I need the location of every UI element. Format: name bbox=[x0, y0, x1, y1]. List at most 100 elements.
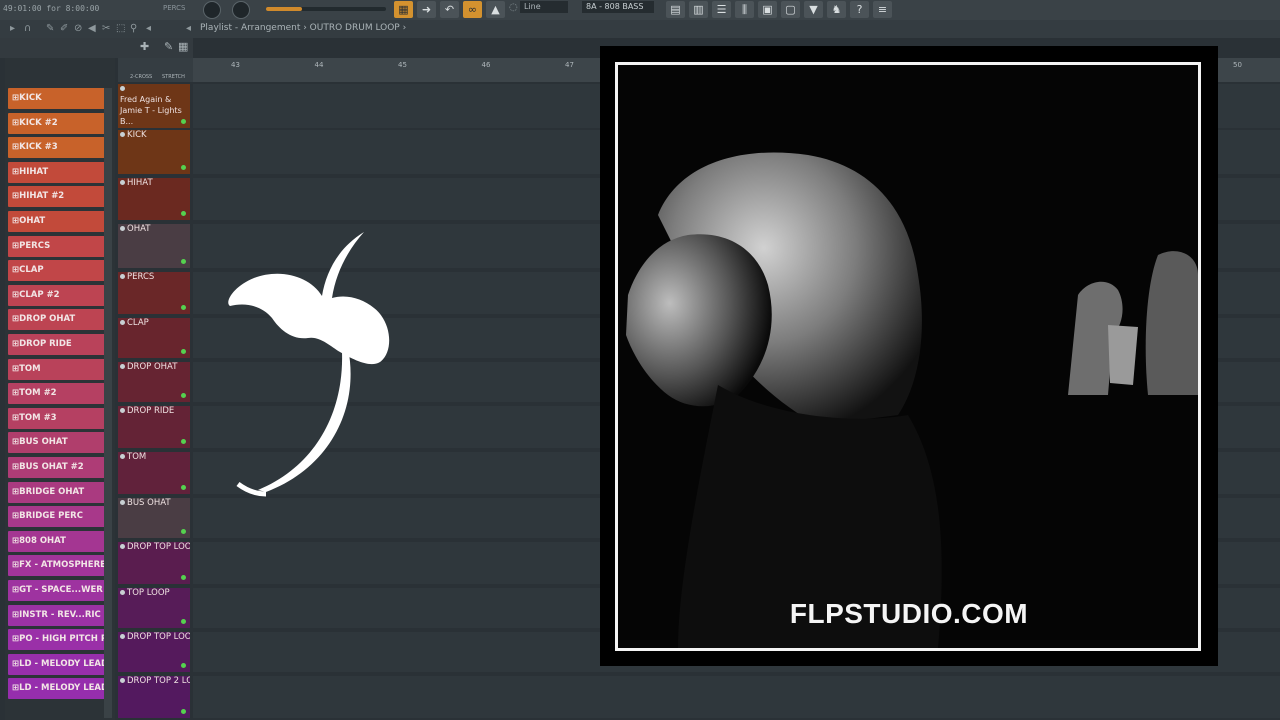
track-header[interactable]: DROP RIDE bbox=[118, 406, 190, 448]
track-active-led[interactable] bbox=[181, 709, 186, 714]
speaker-icon[interactable]: ◂ bbox=[146, 23, 151, 34]
channel-drop-ride[interactable]: ⊞DROP RIDE bbox=[8, 334, 106, 355]
track-header[interactable]: DROP TOP LOOP #2 bbox=[118, 542, 190, 584]
track-header[interactable]: KICK bbox=[118, 130, 190, 174]
arrow-right-icon[interactable]: ➜ bbox=[417, 1, 436, 18]
channel-ohat[interactable]: ⊞OHAT bbox=[8, 211, 106, 232]
boot-icon[interactable]: ♞ bbox=[827, 1, 846, 18]
channel-hihat[interactable]: ⊞HIHAT bbox=[8, 161, 106, 183]
metronome-icon[interactable]: ▲ bbox=[486, 1, 505, 18]
master-pitch-knob[interactable] bbox=[232, 1, 250, 19]
track-active-led[interactable] bbox=[181, 485, 186, 490]
link-icon[interactable]: ∞ bbox=[463, 1, 482, 18]
channel-ld-melody-lead-2[interactable]: ⊞LD - MELODY LEAD #2 bbox=[8, 678, 106, 700]
piano-roll-icon[interactable]: ▥ bbox=[689, 1, 708, 18]
preset-select[interactable]: 8A - 808 BASS bbox=[582, 1, 654, 13]
undo-icon[interactable]: ↶ bbox=[440, 1, 459, 18]
track-mute-icon[interactable] bbox=[120, 132, 125, 137]
channel-bus-ohat-2[interactable]: ⊞BUS OHAT #2 bbox=[8, 457, 106, 478]
track-mute-icon[interactable] bbox=[120, 500, 125, 505]
track-header[interactable]: PERCS bbox=[118, 272, 190, 314]
funnel-icon[interactable]: ▼ bbox=[804, 1, 823, 18]
track-mute-icon[interactable] bbox=[120, 454, 125, 459]
track-active-led[interactable] bbox=[181, 119, 186, 124]
channel-tom-2[interactable]: ⊞TOM #2 bbox=[8, 383, 106, 405]
track-mute-icon[interactable] bbox=[120, 678, 125, 683]
channel-clap-2[interactable]: ⊞CLAP #2 bbox=[8, 284, 106, 306]
channel-scrollbar[interactable] bbox=[104, 88, 112, 718]
track-mute-icon[interactable] bbox=[120, 590, 125, 595]
track-header[interactable]: HIHAT bbox=[118, 178, 190, 220]
track-mute-icon[interactable] bbox=[120, 544, 125, 549]
track-mute-icon[interactable] bbox=[120, 634, 125, 639]
mixer-icon[interactable]: ⫼ bbox=[735, 1, 754, 18]
track-header[interactable]: DROP TOP LOOP bbox=[118, 632, 190, 672]
mute-icon[interactable]: ◀ bbox=[88, 23, 96, 34]
snap-a-label[interactable]: 2-CROSS bbox=[130, 74, 152, 80]
channel-kick[interactable]: ⊞KICK bbox=[8, 88, 106, 109]
track-active-led[interactable] bbox=[181, 439, 186, 444]
track-mute-icon[interactable] bbox=[120, 180, 125, 185]
track-active-led[interactable] bbox=[181, 619, 186, 624]
track-header[interactable]: DROP TOP 2 LOOP bbox=[118, 676, 190, 718]
channel-kick-3[interactable]: ⊞KICK #3 bbox=[8, 137, 106, 159]
channel-clap[interactable]: ⊞CLAP bbox=[8, 260, 106, 282]
channel-gt-space-wer-guitar[interactable]: ⊞GT - SPACE...WER GUITAR bbox=[8, 580, 106, 601]
track-header[interactable]: CLAP bbox=[118, 318, 190, 358]
channel-percs[interactable]: ⊞PERCS bbox=[8, 235, 106, 257]
snap-b-label[interactable]: STRETCH bbox=[162, 74, 185, 80]
track-active-led[interactable] bbox=[181, 663, 186, 668]
channel-instr-rev-ric-guitar[interactable]: ⊞INSTR - REV...RIC GUITAR bbox=[8, 604, 106, 626]
track-header[interactable]: TOM bbox=[118, 452, 190, 494]
channel-kick-2[interactable]: ⊞KICK #2 bbox=[8, 112, 106, 134]
volume-slider[interactable] bbox=[266, 7, 386, 11]
track-mute-icon[interactable] bbox=[120, 274, 125, 279]
track-mute-icon[interactable] bbox=[120, 364, 125, 369]
track-mute-icon[interactable] bbox=[120, 320, 125, 325]
pencil-icon[interactable]: ✎ bbox=[46, 23, 54, 34]
select-icon[interactable]: ⬚ bbox=[116, 23, 125, 34]
track-header[interactable]: Fred Again & Jamie T - Lights B... bbox=[118, 84, 190, 128]
menu-icon[interactable]: ≡ bbox=[873, 1, 892, 18]
channel-bridge-ohat[interactable]: ⊞BRIDGE OHAT bbox=[8, 481, 106, 503]
brush-icon[interactable]: ✐ bbox=[60, 23, 68, 34]
pen-icon[interactable]: ✎ bbox=[164, 40, 173, 53]
track-header[interactable]: BUS OHAT bbox=[118, 498, 190, 538]
track-active-led[interactable] bbox=[181, 529, 186, 534]
track-header[interactable]: OHAT bbox=[118, 224, 190, 268]
snap-mode-select[interactable]: Line bbox=[520, 1, 568, 13]
track-active-led[interactable] bbox=[181, 393, 186, 398]
channel-808-ohat[interactable]: ⊞808 OHAT bbox=[8, 530, 106, 552]
cross-icon[interactable]: ✚ bbox=[140, 40, 149, 53]
plugin-icon[interactable]: ▢ bbox=[781, 1, 800, 18]
track-active-led[interactable] bbox=[181, 259, 186, 264]
track-lane[interactable] bbox=[193, 676, 1280, 718]
master-volume-knob[interactable] bbox=[203, 1, 221, 19]
track-active-led[interactable] bbox=[181, 575, 186, 580]
delete-icon[interactable]: ⊘ bbox=[74, 23, 82, 34]
channel-rack-icon[interactable]: ☰ bbox=[712, 1, 731, 18]
browser-icon[interactable]: ▣ bbox=[758, 1, 777, 18]
channel-tom-3[interactable]: ⊞TOM #3 bbox=[8, 407, 106, 429]
grid-icon[interactable]: ▦ bbox=[178, 40, 188, 53]
track-active-led[interactable] bbox=[181, 305, 186, 310]
channel-drop-ohat[interactable]: ⊞DROP OHAT bbox=[8, 309, 106, 331]
track-active-led[interactable] bbox=[181, 165, 186, 170]
channel-hihat-2[interactable]: ⊞HIHAT #2 bbox=[8, 186, 106, 208]
lock-icon[interactable]: ◌ bbox=[509, 2, 518, 13]
track-active-led[interactable] bbox=[181, 349, 186, 354]
help-icon[interactable]: ? bbox=[850, 1, 869, 18]
speaker-icon-2[interactable]: ◂ bbox=[186, 23, 191, 34]
play-icon[interactable]: ▸ bbox=[10, 23, 15, 34]
track-active-led[interactable] bbox=[181, 211, 186, 216]
channel-ld-melody-lead[interactable]: ⊞LD - MELODY LEAD bbox=[8, 653, 106, 675]
track-mute-icon[interactable] bbox=[120, 226, 125, 231]
playlist-icon[interactable]: ▤ bbox=[666, 1, 685, 18]
channel-bridge-perc[interactable]: ⊞BRIDGE PERC bbox=[8, 506, 106, 528]
magnet-icon[interactable]: ∩ bbox=[24, 23, 31, 34]
channel-tom[interactable]: ⊞TOM bbox=[8, 358, 106, 380]
zoom-icon[interactable]: ⚲ bbox=[130, 23, 137, 34]
channel-bus-ohat[interactable]: ⊞BUS OHAT bbox=[8, 432, 106, 454]
snap-icon[interactable]: ▦ bbox=[394, 1, 413, 18]
track-mute-icon[interactable] bbox=[120, 408, 125, 413]
